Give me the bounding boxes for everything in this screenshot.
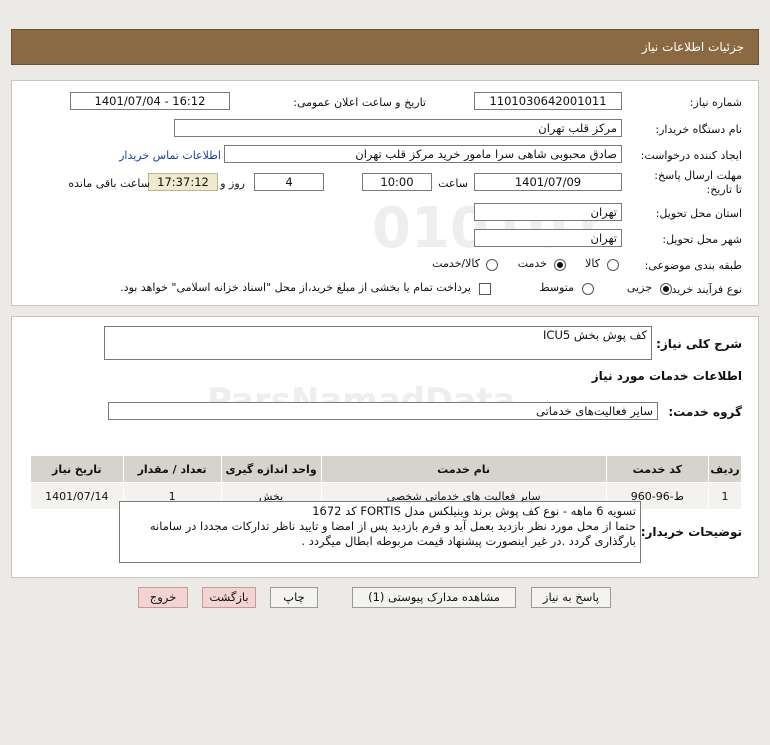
reply-button[interactable]: پاسخ به نیاز	[531, 587, 611, 608]
province-field[interactable]: تهران	[474, 203, 622, 221]
need-details-panel: ParsNamadData شرح کلی نیاز: کف پوش بخش I…	[11, 316, 759, 578]
service-group-field: سایر فعالیت‌های خدماتی	[108, 402, 658, 420]
attachments-button[interactable]: مشاهده مدارک پیوستی (1)	[352, 587, 516, 608]
table-header-row: تاریخ نیاز تعداد / مقدار واحد اندازه گیر…	[30, 455, 743, 483]
buyer-note-line: حتما از محل مورد نظر بازدید بعمل آید و ف…	[149, 519, 636, 533]
buyer-note-line: تسویه 6 ماهه - نوع کف پوش برند وینیلکس م…	[312, 504, 636, 518]
back-button[interactable]: بازگشت	[202, 587, 256, 608]
announce-label: تاریخ و ساعت اعلان عمومی:	[293, 96, 426, 109]
page-title: جزئیات اطلاعات نیاز	[641, 40, 744, 54]
need-info-panel: 010101 شماره نیاز: 1101030642001011 تاری…	[11, 80, 759, 306]
col-need-date: تاریخ نیاز	[30, 455, 124, 483]
remaining-label: ساعت باقی مانده	[68, 177, 150, 190]
days-label: روز و	[220, 177, 245, 190]
buyer-note-line: بارگذاری گردد .در غیر اینصورت پیشنهاد قی…	[301, 534, 636, 548]
buyer-notes-box: تسویه 6 ماهه - نوع کف پوش برند وینیلکس م…	[119, 501, 641, 563]
process-label: نوع فرآیند خرید :	[664, 283, 742, 296]
need-number-field[interactable]: 1101030642001011	[474, 92, 622, 110]
deadline-time-field[interactable]: 10:00	[362, 173, 432, 191]
services-heading: اطلاعات خدمات مورد نیاز	[591, 369, 742, 383]
treasury-payment-checkbox[interactable]	[479, 283, 491, 295]
buyer-org-field[interactable]: مرکز قلب تهران	[174, 119, 622, 137]
announce-field[interactable]: 1401/07/04 - 16:12	[70, 92, 230, 110]
col-service-name: نام خدمت	[320, 455, 607, 483]
col-row: ردیف	[707, 455, 743, 483]
remaining-time-field: 17:37:12	[148, 173, 218, 191]
cell-need-date: 1401/07/14	[30, 482, 124, 510]
buyer-org-label: نام دستگاه خریدار:	[655, 123, 742, 136]
buyer-contact-link[interactable]: اطلاعات تماس خریدار	[119, 149, 221, 162]
province-label: استان محل تحویل:	[655, 207, 742, 220]
category-goods-service-radio[interactable]	[486, 259, 498, 271]
category-goods-radio[interactable]	[607, 259, 619, 271]
summary-field: کف پوش بخش ICU5	[104, 326, 652, 360]
category-label: طبقه بندی موضوعی:	[644, 259, 742, 272]
process-minor-label: جزیی	[626, 281, 652, 294]
col-unit: واحد اندازه گیری	[220, 455, 322, 483]
creator-label: ایجاد کننده درخواست:	[640, 149, 742, 162]
city-field[interactable]: تهران	[474, 229, 622, 247]
service-group-label: گروه خدمت:	[668, 405, 742, 419]
process-minor-radio[interactable]	[660, 283, 672, 295]
buyer-notes-label: توضیحات خریدار:	[640, 525, 742, 539]
need-number-label: شماره نیاز:	[689, 96, 742, 109]
print-button[interactable]: چاپ	[270, 587, 318, 608]
page-header: جزئیات اطلاعات نیاز	[11, 29, 759, 65]
process-medium-radio[interactable]	[582, 283, 594, 295]
col-quantity: تعداد / مقدار	[122, 455, 222, 483]
days-field[interactable]: 4	[254, 173, 324, 191]
category-goods-label: کالا	[585, 257, 600, 270]
col-service-code: کد خدمت	[605, 455, 709, 483]
cell-row-number: 1	[707, 482, 743, 510]
deadline-date-field[interactable]: 1401/07/09	[474, 173, 622, 191]
creator-field[interactable]: صادق محبوبی شاهی سرا مامور خرید مرکز قلب…	[224, 145, 622, 163]
city-label: شهر محل تحویل:	[662, 233, 742, 246]
process-medium-label: متوسط	[539, 281, 574, 294]
category-goods-service-label: کالا/خدمت	[432, 257, 480, 270]
time-label: ساعت	[438, 177, 468, 190]
exit-button[interactable]: خروج	[138, 587, 188, 608]
treasury-payment-note: پرداخت تمام یا بخشی از مبلغ خرید،از محل …	[120, 281, 471, 294]
deadline-label: مهلت ارسال پاسخ: تا تاریخ:	[654, 169, 742, 196]
summary-label: شرح کلی نیاز:	[656, 337, 742, 351]
category-service-label: خدمت	[517, 257, 547, 270]
category-service-radio[interactable]	[554, 259, 566, 271]
